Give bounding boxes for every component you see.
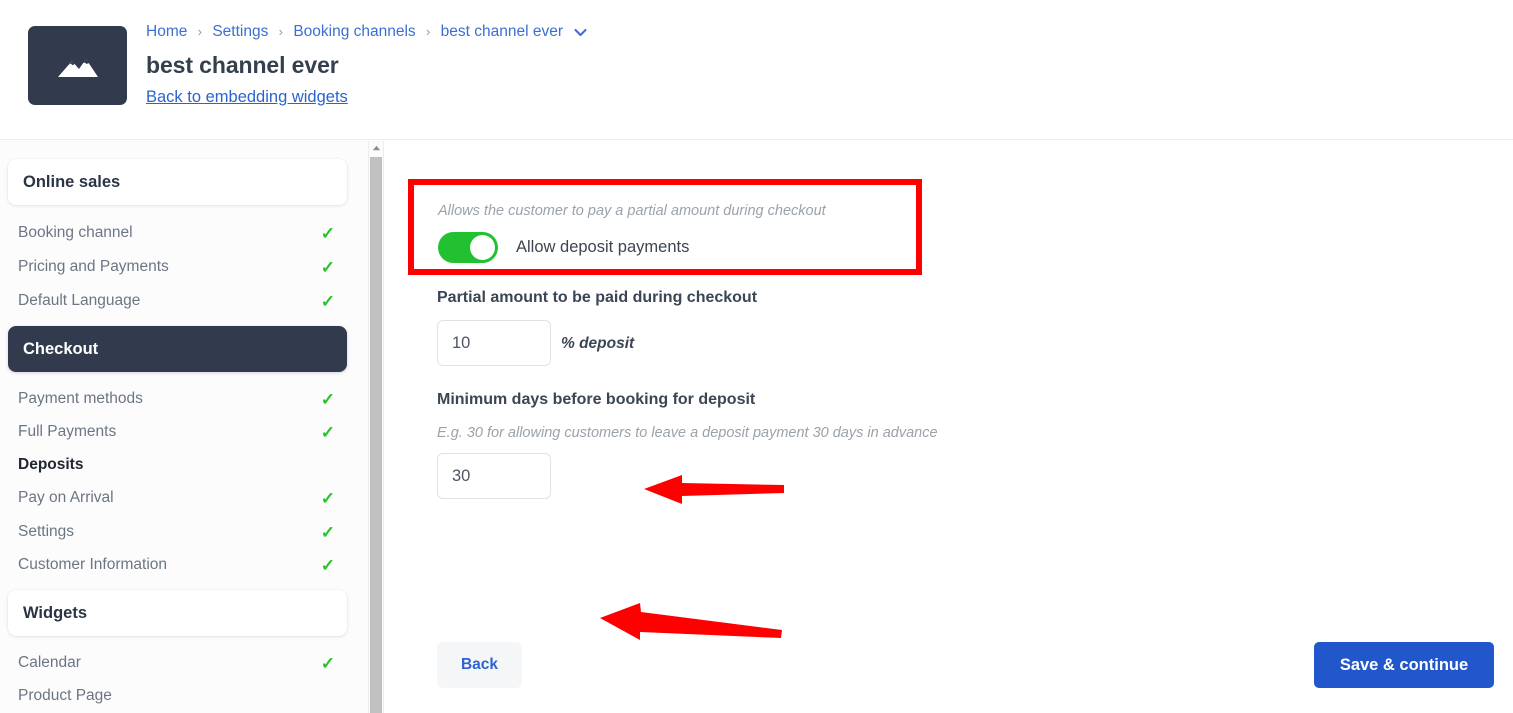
sidebar-item-label: Deposits [18,456,84,473]
sidebar-item-label: Full Payments [18,423,117,440]
sidebar-section-label: Online sales [23,172,121,191]
check-icon: ✓ [320,389,335,409]
annotation-highlight-box: Allows the customer to pay a partial amo… [408,179,922,275]
sidebar-scrollbar[interactable] [368,141,384,713]
sidebar-section-label: Widgets [23,603,88,622]
sidebar-item-calendar[interactable]: Calendar ✓ [8,650,347,676]
sidebar-item-label: Pay on Arrival [18,489,114,506]
allow-deposit-payments-toggle[interactable] [438,232,498,263]
sidebar-item-label: Calendar [18,654,81,671]
save-and-continue-button[interactable]: Save & continue [1314,642,1494,688]
deposit-toggle-hint: Allows the customer to pay a partial amo… [438,203,826,219]
channel-logo [28,26,127,105]
allow-deposit-payments-label: Allow deposit payments [516,238,690,256]
page-header: Home › Settings › Booking channels › bes… [0,0,1513,140]
breadcrumb-separator: › [197,24,203,39]
breadcrumb-separator: › [426,24,431,39]
partial-amount-title: Partial amount to be paid during checkou… [437,289,758,306]
breadcrumb-separator: › [278,24,283,39]
breadcrumb-item-home[interactable]: Home [146,23,187,40]
breadcrumb-item-settings[interactable]: Settings [212,23,268,40]
mountain-icon [56,53,100,79]
back-to-embedding-widgets-link[interactable]: Back to embedding widgets [146,88,348,107]
toggle-knob [470,235,495,260]
back-button[interactable]: Back [437,642,522,688]
check-icon: ✓ [320,257,335,277]
settings-sidebar: Online sales Booking channel ✓ Pricing a… [0,141,368,713]
annotation-arrow-2-icon [600,603,782,640]
check-icon: ✓ [320,653,335,673]
settings-main-panel: Allows the customer to pay a partial amo… [386,141,1513,713]
partial-amount-input[interactable] [437,320,551,366]
partial-amount-suffix: % deposit [561,335,635,352]
sidebar-item-label: Booking channel [18,224,133,241]
sidebar-section-widgets[interactable]: Widgets [8,590,347,636]
sidebar-item-pay-on-arrival[interactable]: Pay on Arrival ✓ [8,485,347,511]
sidebar-item-label: Customer Information [18,556,168,573]
scroll-up-arrow-icon[interactable] [369,141,383,155]
sidebar-section-online-sales[interactable]: Online sales [8,159,347,205]
sidebar-item-payment-methods[interactable]: Payment methods ✓ [8,386,347,412]
sidebar-item-label: Payment methods [18,390,143,407]
check-icon: ✓ [320,488,335,508]
sidebar-item-settings[interactable]: Settings ✓ [8,519,347,545]
check-icon: ✓ [320,522,335,542]
chevron-down-icon[interactable] [574,23,587,43]
breadcrumb: Home › Settings › Booking channels › bes… [146,22,587,42]
breadcrumb-item-booking-channels[interactable]: Booking channels [293,23,415,40]
sidebar-section-checkout[interactable]: Checkout [8,326,347,372]
sidebar-item-product-page[interactable]: Product Page [8,683,347,709]
app-root: Home › Settings › Booking channels › bes… [0,0,1513,713]
breadcrumb-item-best-channel-ever[interactable]: best channel ever [441,23,563,40]
minimum-days-input[interactable] [437,453,551,499]
annotation-arrow-1-icon [644,475,784,504]
sidebar-item-label: Settings [18,523,75,540]
page-title: best channel ever [146,52,339,78]
minimum-days-hint: E.g. 30 for allowing customers to leave … [437,425,938,441]
sidebar-item-default-language[interactable]: Default Language ✓ [8,288,347,314]
check-icon: ✓ [320,555,335,575]
check-icon: ✓ [320,422,335,442]
sidebar-item-pricing-and-payments[interactable]: Pricing and Payments ✓ [8,254,347,280]
minimum-days-title: Minimum days before booking for deposit [437,391,756,408]
sidebar-item-customer-information[interactable]: Customer Information ✓ [8,552,347,578]
allow-deposit-payments-row[interactable]: Allow deposit payments [438,232,689,263]
sidebar-item-booking-channel[interactable]: Booking channel ✓ [8,220,347,246]
sidebar-item-label: Pricing and Payments [18,258,169,275]
sidebar-item-deposits[interactable]: Deposits [8,452,347,478]
sidebar-item-label: Product Page [18,687,112,704]
check-icon: ✓ [320,223,335,243]
scrollbar-thumb[interactable] [370,157,382,713]
check-icon: ✓ [320,291,335,311]
sidebar-section-label: Checkout [23,339,99,358]
sidebar-item-label: Default Language [18,292,141,309]
sidebar-item-full-payments[interactable]: Full Payments ✓ [8,419,347,445]
